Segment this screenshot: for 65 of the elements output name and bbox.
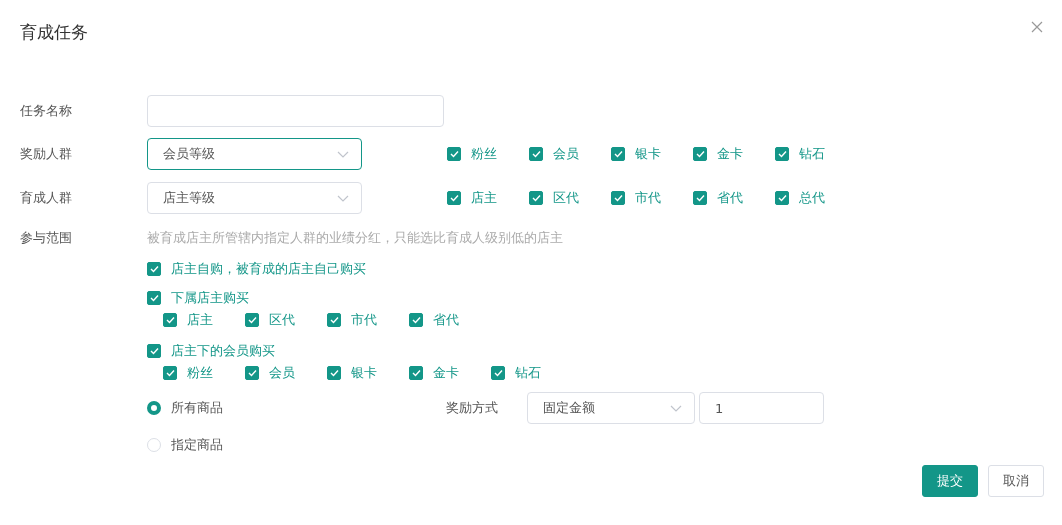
checkbox-label[interactable]: 市代 (351, 309, 377, 330)
field-label: 任务名称 (20, 102, 73, 121)
radio-button[interactable] (147, 401, 161, 415)
checkbox[interactable] (245, 312, 259, 327)
select-field[interactable]: 固定金额 (527, 392, 695, 424)
checkbox[interactable] (529, 147, 543, 161)
checkbox-label[interactable]: 店主自购，被育成的店主自己购买 (171, 259, 366, 279)
checkbox[interactable] (611, 191, 625, 205)
chevron-down-icon (337, 150, 349, 158)
checkbox[interactable] (693, 191, 707, 205)
checkbox-label[interactable]: 区代 (269, 309, 295, 330)
select-field[interactable]: 店主等级 (147, 182, 362, 214)
field-label: 育成人群 (20, 189, 73, 208)
cancel-button[interactable]: 取消 (988, 464, 1044, 497)
checkbox-label[interactable]: 下属店主购买 (171, 288, 249, 308)
checkbox[interactable] (447, 191, 461, 205)
checkbox[interactable] (163, 365, 177, 380)
checkbox-label[interactable]: 省代 (433, 309, 459, 330)
checkbox[interactable] (409, 365, 423, 380)
checkbox[interactable] (775, 191, 789, 205)
checkbox[interactable] (529, 191, 543, 205)
select-field[interactable]: 会员等级 (147, 138, 362, 170)
checkbox[interactable] (147, 262, 161, 276)
checkbox[interactable] (147, 344, 161, 358)
text-field[interactable] (147, 95, 444, 127)
checkbox-label[interactable]: 粉丝 (187, 362, 213, 383)
amount-field[interactable]: 1 (699, 392, 824, 424)
field-label: 参与范围 (20, 229, 73, 247)
checkbox-label[interactable]: 区代 (553, 188, 579, 208)
checkbox-label[interactable]: 市代 (635, 188, 661, 208)
dialog-title: 育成任务 (20, 22, 88, 42)
checkbox[interactable] (147, 291, 161, 305)
checkbox-label[interactable]: 粉丝 (471, 144, 497, 164)
checkbox[interactable] (775, 147, 789, 161)
checkbox[interactable] (163, 312, 177, 327)
checkbox[interactable] (447, 147, 461, 161)
checkbox-label[interactable]: 店主 (187, 309, 213, 330)
radio-label[interactable]: 指定商品 (171, 435, 223, 455)
checkbox[interactable] (611, 147, 625, 161)
field-label: 奖励人群 (20, 145, 73, 164)
checkbox[interactable] (491, 365, 505, 380)
checkbox[interactable] (693, 147, 707, 161)
checkbox[interactable] (409, 312, 423, 327)
checkbox-label[interactable]: 钻石 (799, 144, 825, 164)
checkbox-label[interactable]: 会员 (553, 144, 579, 164)
chevron-down-icon (337, 194, 349, 202)
checkbox-label[interactable]: 店主下的会员购买 (171, 341, 275, 361)
checkbox-label[interactable]: 会员 (269, 362, 295, 383)
checkbox-label[interactable]: 总代 (799, 188, 825, 208)
radio-label[interactable]: 所有商品 (171, 398, 223, 418)
checkbox-label[interactable]: 省代 (717, 188, 743, 208)
checkbox-label[interactable]: 金卡 (433, 362, 459, 383)
close-button[interactable] (1031, 21, 1043, 33)
hint-text: 被育成店主所管辖内指定人群的业绩分红，只能选比育成人级别低的店主 (147, 229, 563, 247)
checkbox[interactable] (327, 312, 341, 327)
chevron-down-icon (670, 404, 682, 412)
checkbox[interactable] (327, 365, 341, 380)
submit-button[interactable]: 提交 (922, 464, 978, 497)
checkbox-label[interactable]: 钻石 (515, 362, 541, 383)
checkbox-label[interactable]: 店主 (471, 188, 497, 208)
checkbox[interactable] (245, 365, 259, 380)
checkbox-label[interactable]: 银卡 (635, 144, 661, 164)
checkbox-label[interactable]: 银卡 (351, 362, 377, 383)
field-label: 奖励方式 (446, 399, 498, 418)
checkbox-label[interactable]: 金卡 (717, 144, 743, 164)
